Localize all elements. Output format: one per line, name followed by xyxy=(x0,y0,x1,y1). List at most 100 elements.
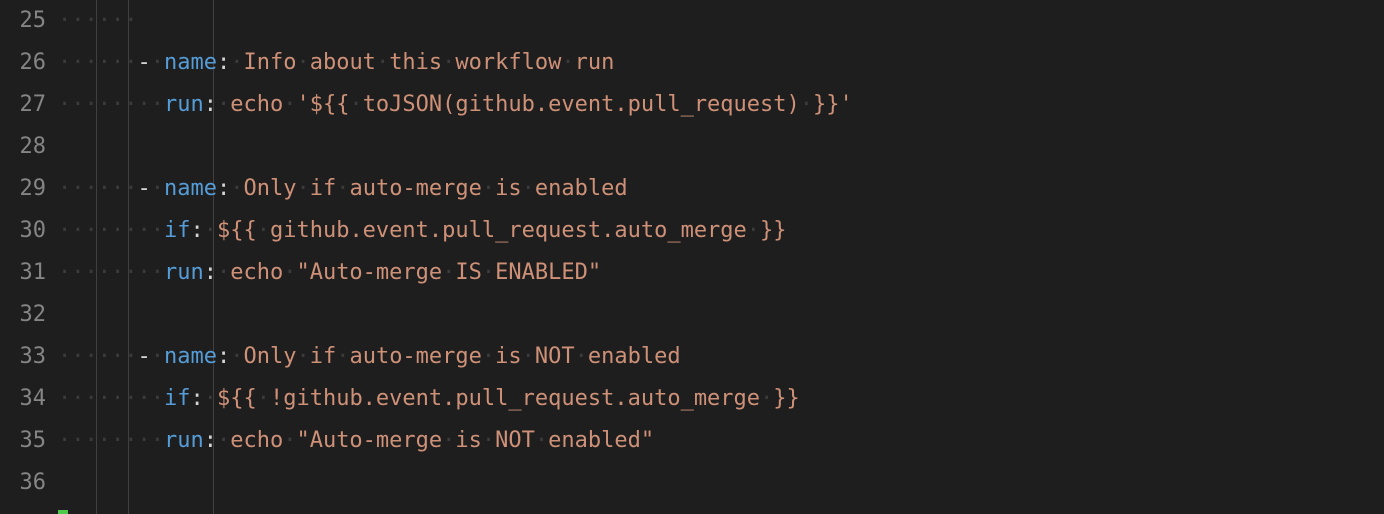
token-ws: · xyxy=(217,92,230,117)
token-str: '${{ xyxy=(296,92,349,117)
token-str: ${{ xyxy=(217,218,257,243)
token-ws: ········ xyxy=(58,428,164,453)
token-ws: · xyxy=(747,218,760,243)
token-dash: - xyxy=(137,50,150,75)
token-str: toJSON(github.event.pull_request) xyxy=(363,92,800,117)
token-ws: ········ xyxy=(58,218,164,243)
token-str: if xyxy=(310,176,337,201)
code-line[interactable]: ········run:·echo·'${{·toJSON(github.eve… xyxy=(58,84,1384,126)
token-ws: · xyxy=(283,92,296,117)
code-line[interactable]: ······-·name:·Info·about·this·workflow·r… xyxy=(58,42,1384,84)
token-ws: · xyxy=(482,344,495,369)
line-number: 32 xyxy=(0,294,46,336)
code-line[interactable] xyxy=(58,126,1384,168)
token-str: }} xyxy=(773,386,800,411)
token-ws: · xyxy=(336,344,349,369)
line-number: 25 xyxy=(0,0,46,42)
token-ws: · xyxy=(296,50,309,75)
code-line[interactable]: ······ xyxy=(58,0,1384,42)
token-pun: : xyxy=(217,176,230,201)
token-ws: ······ xyxy=(58,50,137,75)
token-pun: : xyxy=(190,386,203,411)
token-ws: · xyxy=(522,344,535,369)
token-ws: · xyxy=(760,386,773,411)
token-str: is xyxy=(455,428,482,453)
token-dash: - xyxy=(137,344,150,369)
token-str: auto-merge xyxy=(349,344,481,369)
line-number: 28 xyxy=(0,126,46,168)
line-number: 35 xyxy=(0,420,46,462)
token-str: ${{ xyxy=(217,386,257,411)
line-number: 29 xyxy=(0,168,46,210)
token-ws: · xyxy=(296,344,309,369)
code-line[interactable] xyxy=(58,294,1384,336)
line-number: 26 xyxy=(0,42,46,84)
code-area[interactable]: ············-·name:·Info·about·this·work… xyxy=(58,0,1384,514)
code-line[interactable]: ······-·name:·Only·if·auto-merge·is·NOT·… xyxy=(58,336,1384,378)
token-pun: : xyxy=(217,50,230,75)
token-ws: · xyxy=(442,50,455,75)
token-str: NOT xyxy=(495,428,535,453)
token-ws: · xyxy=(257,386,270,411)
token-key: name xyxy=(164,176,217,201)
code-editor[interactable]: 252627282930313233343536 ············-·n… xyxy=(0,0,1384,514)
token-str: "Auto-merge xyxy=(296,428,442,453)
token-key: name xyxy=(164,50,217,75)
token-ws: · xyxy=(230,176,243,201)
code-line[interactable]: ········run:·echo·"Auto-merge·is·NOT·ena… xyxy=(58,420,1384,462)
token-str: }}' xyxy=(813,92,853,117)
token-str: enabled" xyxy=(548,428,654,453)
token-str: Info xyxy=(243,50,296,75)
token-str: NOT xyxy=(535,344,575,369)
code-line[interactable]: ········if:·${{·github.event.pull_reques… xyxy=(58,210,1384,252)
token-str: ENABLED" xyxy=(495,260,601,285)
token-ws: · xyxy=(217,428,230,453)
token-ws: · xyxy=(230,50,243,75)
line-number: 33 xyxy=(0,336,46,378)
token-key: run xyxy=(164,428,204,453)
token-pun: : xyxy=(190,218,203,243)
token-ws: · xyxy=(561,50,574,75)
token-str: about xyxy=(310,50,376,75)
token-ws: · xyxy=(230,344,243,369)
token-str: !github.event.pull_request.auto_merge xyxy=(270,386,760,411)
token-ws: · xyxy=(522,176,535,201)
token-ws: · xyxy=(800,92,813,117)
token-str: auto-merge xyxy=(349,176,481,201)
token-ws: · xyxy=(151,50,164,75)
token-pun: : xyxy=(217,344,230,369)
token-str: is xyxy=(495,176,522,201)
token-ws: ········ xyxy=(58,260,164,285)
token-str: run xyxy=(575,50,615,75)
token-ws: · xyxy=(482,176,495,201)
token-ws: · xyxy=(151,344,164,369)
token-ws: · xyxy=(283,428,296,453)
token-ws: · xyxy=(257,218,270,243)
token-key: if xyxy=(164,386,191,411)
token-key: run xyxy=(164,92,204,117)
token-str: enabled xyxy=(535,176,628,201)
token-ws: · xyxy=(442,428,455,453)
token-ws: · xyxy=(575,344,588,369)
code-line[interactable]: ········run:·echo·"Auto-merge·IS·ENABLED… xyxy=(58,252,1384,294)
token-str: "Auto-merge xyxy=(296,260,442,285)
token-str: enabled xyxy=(588,344,681,369)
code-line[interactable]: ········if:·${{·!github.event.pull_reque… xyxy=(58,378,1384,420)
token-ws: ······ xyxy=(58,176,137,201)
token-str: }} xyxy=(760,218,787,243)
token-str: echo xyxy=(230,92,283,117)
line-number: 27 xyxy=(0,84,46,126)
token-ws: · xyxy=(535,428,548,453)
code-line[interactable] xyxy=(58,462,1384,504)
token-ws: · xyxy=(349,92,362,117)
token-ws: · xyxy=(442,260,455,285)
token-ws: · xyxy=(204,218,217,243)
token-str: Only xyxy=(243,176,296,201)
token-ws: ········ xyxy=(58,386,164,411)
token-ws: · xyxy=(217,260,230,285)
token-str: IS xyxy=(455,260,482,285)
token-str: Only xyxy=(243,344,296,369)
code-line[interactable]: ······-·name:·Only·if·auto-merge·is·enab… xyxy=(58,168,1384,210)
line-number: 31 xyxy=(0,252,46,294)
token-dash: - xyxy=(137,176,150,201)
